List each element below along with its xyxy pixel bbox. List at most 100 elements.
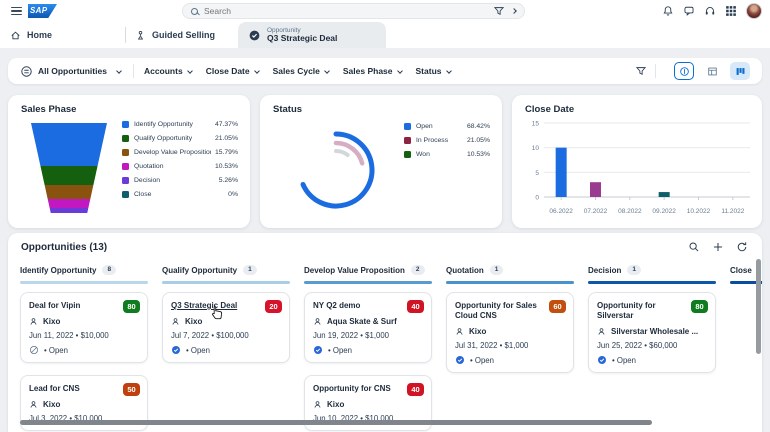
close-date-bar-chart: 05101506.202207.202208.202209.202210.202… — [522, 117, 754, 224]
opportunity-card[interactable]: Q3 Strategic Deal 20 Kixo Jul 7, 2022 • … — [162, 292, 290, 363]
search-filter-icon[interactable] — [493, 5, 505, 17]
tab-divider — [125, 27, 126, 43]
legend-swatch — [404, 123, 411, 130]
account-icon — [171, 317, 180, 326]
kanban-column-develop: Develop Value Proposition2 NY Q2 demo 40… — [304, 263, 432, 431]
scope-icon — [20, 65, 33, 78]
chart-view-icon — [679, 66, 690, 77]
search-bar[interactable] — [182, 3, 525, 19]
column-underline — [588, 281, 716, 284]
sap-logo[interactable]: SAP — [28, 4, 57, 18]
legend-label: In Process — [416, 137, 463, 144]
status-text: • Open — [612, 356, 636, 365]
column-underline — [446, 281, 574, 284]
sales-phase-title: Sales Phase — [21, 104, 76, 115]
tab-guided-selling-label: Guided Selling — [152, 30, 215, 40]
status-check-icon — [313, 345, 323, 355]
tab-home[interactable]: Home — [10, 22, 52, 48]
legend-swatch — [122, 191, 129, 198]
filter-accounts[interactable]: Accounts — [144, 66, 192, 76]
search-icon[interactable] — [688, 241, 700, 253]
scope-selector[interactable]: All Opportunities — [20, 65, 121, 78]
filter-sales-phase[interactable]: Sales Phase — [343, 66, 402, 76]
funnel-segment — [31, 199, 107, 208]
legend-label: Decision — [134, 177, 215, 184]
legend-label: Qualify Opportunity — [134, 135, 211, 142]
user-avatar[interactable] — [746, 3, 762, 19]
support-headset-icon[interactable] — [704, 5, 716, 17]
tab-opportunity-active[interactable]: Opportunity Q3 Strategic Deal — [238, 22, 386, 48]
svg-text:11.2022: 11.2022 — [721, 208, 744, 215]
account-icon — [455, 327, 464, 336]
tab-opportunity-name: Q3 Strategic Deal — [267, 34, 337, 43]
filter-sales-cycle[interactable]: Sales Cycle — [273, 66, 329, 76]
score-badge: 80 — [691, 300, 708, 313]
scope-label: All Opportunities — [38, 66, 107, 76]
table-view-icon — [707, 66, 718, 77]
status-pending-icon — [29, 345, 39, 355]
legend-swatch — [122, 135, 129, 142]
account-icon — [597, 327, 606, 336]
kanban-view-button[interactable] — [730, 62, 750, 80]
column-label: Develop Value Proposition — [304, 266, 405, 275]
bar — [556, 148, 567, 197]
funnel-segment — [31, 166, 107, 185]
legend-swatch — [122, 149, 129, 156]
legend-swatch — [122, 163, 129, 170]
account-icon — [29, 317, 38, 326]
kanban-column-decision: Decision1 Opportunity for Silverstar 80 … — [588, 263, 716, 431]
refresh-icon[interactable] — [736, 241, 748, 253]
legend-value: 5.26% — [219, 177, 238, 184]
assistant-chat-icon[interactable] — [683, 5, 695, 17]
add-opportunity-icon[interactable] — [712, 241, 724, 253]
notifications-bell-icon[interactable] — [662, 5, 674, 17]
kanban-column-qualify: Qualify Opportunity1 Q3 Strategic Deal 2… — [162, 263, 290, 431]
chevron-down-icon — [116, 68, 122, 74]
opportunity-card[interactable]: Deal for Vipin 80 Kixo Jun 11, 2022 • $1… — [20, 292, 148, 363]
legend-label: Develop Value Proposition — [134, 149, 211, 156]
column-underline — [162, 281, 290, 284]
opportunities-header: Opportunities (13) — [21, 242, 107, 253]
opportunity-card[interactable]: NY Q2 demo 40 Aqua Skate & Surf Jun 19, … — [304, 292, 432, 363]
score-badge: 20 — [265, 300, 282, 313]
status-card: Status Open68.42% In Process21.05% Won10… — [260, 95, 502, 228]
filter-status[interactable]: Status — [416, 66, 451, 76]
legend-value: 68.42% — [467, 123, 490, 130]
donut-arc — [336, 151, 348, 155]
table-view-button[interactable] — [702, 62, 722, 80]
account-name: Kixo — [43, 317, 60, 326]
filter-funnel-icon[interactable] — [635, 65, 647, 77]
tab-home-label: Home — [27, 30, 52, 40]
status-text: • Open — [44, 346, 68, 355]
search-input[interactable] — [204, 6, 493, 16]
score-badge: 40 — [407, 383, 424, 396]
bar — [590, 182, 601, 197]
funnel-segment — [31, 123, 107, 166]
opportunity-meta: Jun 25, 2022 • $60,000 — [597, 341, 707, 350]
bar — [659, 192, 670, 197]
app-launcher-grid-icon[interactable] — [725, 5, 737, 17]
column-underline — [304, 281, 432, 284]
opportunity-card[interactable]: Opportunity for Silverstar 80 Silverstar… — [588, 292, 716, 373]
score-badge: 40 — [407, 300, 424, 313]
opportunity-meta: Jul 7, 2022 • $100,000 — [171, 331, 281, 340]
menu-icon[interactable] — [11, 7, 22, 15]
opportunity-card[interactable]: Opportunity for Sales Cloud CNS 60 Kixo … — [446, 292, 574, 373]
column-label: Quotation — [446, 266, 484, 275]
tab-guided-selling[interactable]: Guided Selling — [135, 22, 215, 48]
horizontal-scrollbar[interactable] — [20, 420, 652, 425]
account-icon — [313, 317, 322, 326]
chart-filter-view-button[interactable] — [674, 62, 694, 80]
filter-close-date[interactable]: Close Date — [206, 66, 259, 76]
column-count-badge: 1 — [490, 265, 504, 275]
vertical-scrollbar[interactable] — [756, 259, 761, 354]
chevron-down-icon — [187, 68, 193, 74]
search-expand-icon[interactable] — [511, 8, 517, 14]
kanban-board: Identify Opportunity8 Deal for Vipin 80 … — [20, 263, 762, 431]
home-icon — [10, 30, 21, 41]
account-icon — [29, 400, 38, 409]
kanban-column-quotation: Quotation 1 Opportunity for Sales Cloud C… — [446, 263, 574, 431]
column-count-badge: 1 — [627, 265, 641, 275]
account-name: Silverstar Wholesale ... — [611, 327, 698, 336]
svg-text:08.2022: 08.2022 — [618, 208, 642, 215]
